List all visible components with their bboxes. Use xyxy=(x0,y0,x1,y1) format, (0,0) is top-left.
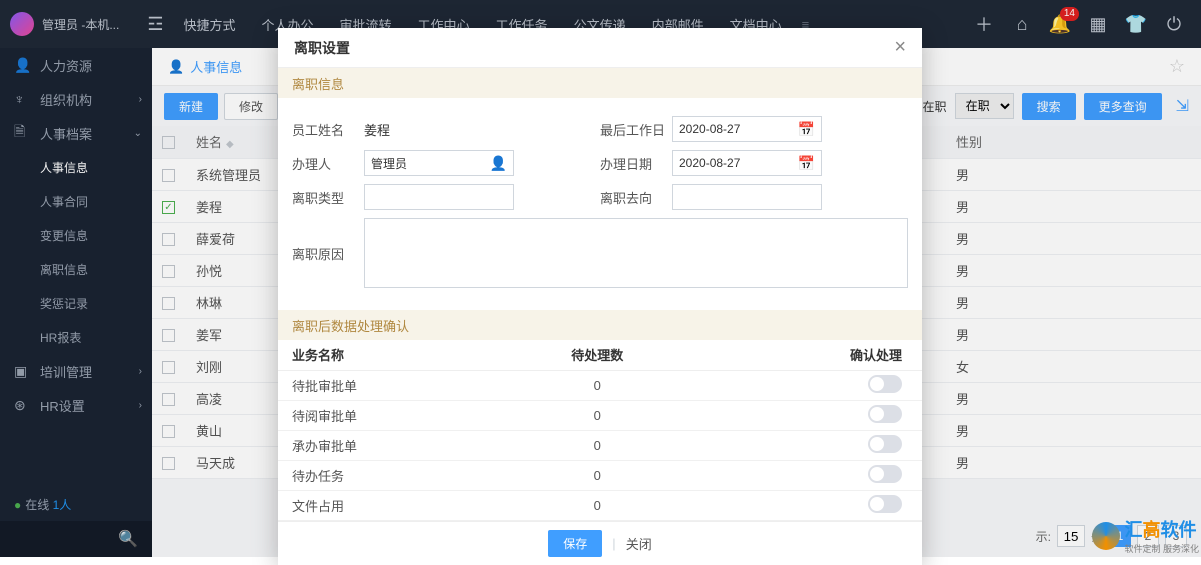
confirm-row: 文件占用0 xyxy=(278,490,922,520)
modal-footer: 保存 | 关闭 xyxy=(278,521,922,565)
close-icon[interactable]: × xyxy=(894,36,906,59)
close-button[interactable]: 关闭 xyxy=(626,534,652,553)
resign-form: 员工姓名姜程 最后工作日2020-08-27📅 办理人管理员👤 办理日期2020… xyxy=(278,98,922,310)
section-resign-info: 离职信息 xyxy=(278,68,922,98)
dcell-count: 0 xyxy=(498,370,682,400)
input-reason[interactable] xyxy=(364,218,908,288)
dcol-count: 待处理数 xyxy=(498,340,682,370)
confirm-toggle[interactable] xyxy=(868,495,902,513)
dcol-confirm: 确认处理 xyxy=(682,340,922,370)
label-date: 办理日期 xyxy=(600,154,672,173)
dcell-name: 待阅审批单 xyxy=(278,400,498,430)
dcell-name: 承办审批单 xyxy=(278,430,498,460)
label-handler: 办理人 xyxy=(292,154,364,173)
input-lastday[interactable]: 2020-08-27📅 xyxy=(672,116,822,142)
confirm-toggle[interactable] xyxy=(868,435,902,453)
dcell-count: 0 xyxy=(498,430,682,460)
confirm-toggle[interactable] xyxy=(868,375,902,393)
modal-header: 离职设置 × xyxy=(278,28,922,68)
confirm-row: 待批审批单0 xyxy=(278,370,922,400)
confirm-row: 承办审批单0 xyxy=(278,430,922,460)
dcell-count: 0 xyxy=(498,490,682,520)
modal-title: 离职设置 xyxy=(294,38,350,58)
label-dest: 离职去向 xyxy=(600,188,672,207)
calendar-icon[interactable]: 📅 xyxy=(798,121,815,138)
label-lastday: 最后工作日 xyxy=(600,120,672,139)
confirm-row: 待办任务0 xyxy=(278,460,922,490)
input-type[interactable] xyxy=(364,184,514,210)
person-picker-icon[interactable]: 👤 xyxy=(490,155,507,172)
label-name: 员工姓名 xyxy=(292,120,364,139)
input-date[interactable]: 2020-08-27📅 xyxy=(672,150,822,176)
value-name: 姜程 xyxy=(364,120,390,139)
dcell-name: 文件占用 xyxy=(278,490,498,520)
save-button[interactable]: 保存 xyxy=(548,530,602,557)
dcell-name: 待批审批单 xyxy=(278,370,498,400)
confirm-toggle[interactable] xyxy=(868,465,902,483)
label-type: 离职类型 xyxy=(292,188,364,207)
dcell-count: 0 xyxy=(498,460,682,490)
input-handler[interactable]: 管理员👤 xyxy=(364,150,514,176)
dcol-name: 业务名称 xyxy=(278,340,498,370)
confirm-table: 业务名称待处理数确认处理 待批审批单0待阅审批单0承办审批单0待办任务0文件占用… xyxy=(278,340,922,521)
resign-modal: 离职设置 × 离职信息 员工姓名姜程 最后工作日2020-08-27📅 办理人管… xyxy=(278,28,922,565)
confirm-toggle[interactable] xyxy=(868,405,902,423)
section-data-confirm: 离职后数据处理确认 xyxy=(278,310,922,340)
dcell-name: 待办任务 xyxy=(278,460,498,490)
confirm-row: 待阅审批单0 xyxy=(278,400,922,430)
dcell-count: 0 xyxy=(498,400,682,430)
calendar-icon[interactable]: 📅 xyxy=(798,155,815,172)
label-reason: 离职原因 xyxy=(292,244,364,263)
input-dest[interactable] xyxy=(672,184,822,210)
